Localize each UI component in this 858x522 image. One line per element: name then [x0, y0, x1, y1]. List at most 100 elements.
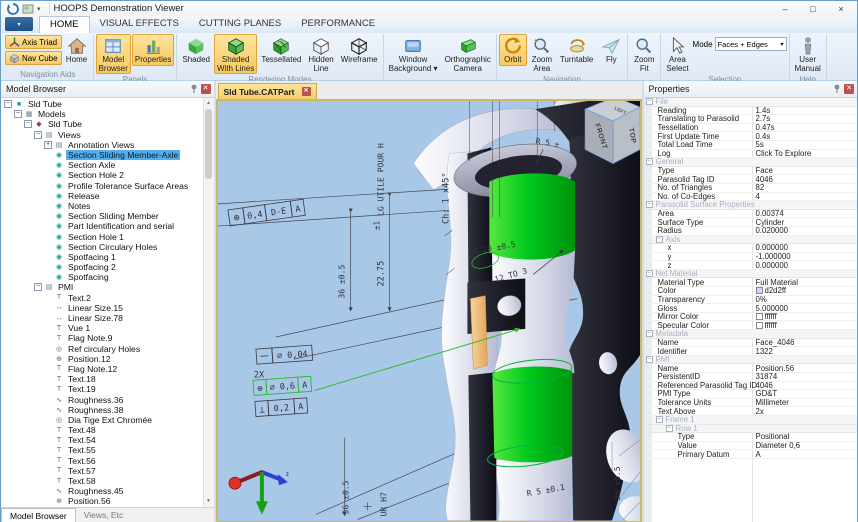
viewport[interactable]: ⊕ 0,4 D-E A ⌀ 0,04 2X	[216, 99, 642, 522]
panel-close-icon[interactable]: ✕	[201, 84, 211, 94]
group-collapse-icon[interactable]: −	[656, 236, 663, 243]
tree-item-sld-tube[interactable]: −■Sld Tube	[1, 99, 203, 109]
menu-tab-home[interactable]: HOME	[39, 16, 90, 33]
tree-item-spotfacing-2[interactable]: ◉Spotfacing 2	[1, 262, 203, 272]
tree-item-text-54[interactable]: TText.54	[1, 435, 203, 445]
bottom-tab-views-etc[interactable]: Views, Etc	[76, 508, 132, 522]
app-logo-icon[interactable]	[7, 3, 19, 15]
document-close-icon[interactable]: ✕	[302, 87, 311, 96]
highlighted-face-orange[interactable]	[470, 296, 487, 370]
scroll-up-icon[interactable]: ▲	[203, 98, 214, 109]
tree-item-flag-note-12[interactable]: TFlag Note.12	[1, 364, 203, 374]
property-group-row-1[interactable]: −Row 1	[644, 425, 858, 434]
property-row-total-load-time[interactable]: Total Load Time5s	[644, 141, 858, 150]
ribbon-button-wireframe[interactable]: Wireframe	[338, 34, 381, 66]
tree-item-section-hole-2[interactable]: ◉Section Hole 2	[1, 170, 203, 180]
tree-item-spotfacing[interactable]: ◉Spotfacing	[1, 272, 203, 282]
property-row-type[interactable]: TypePositional	[644, 433, 858, 442]
viewport-canvas[interactable]: ⊕ 0,4 D-E A ⌀ 0,04 2X	[218, 101, 640, 521]
group-collapse-icon[interactable]: −	[646, 158, 653, 165]
property-row-value[interactable]: ValueDiameter 0,6	[644, 442, 858, 451]
tree-item-text-57[interactable]: TText.57	[1, 466, 203, 476]
tree-item-section-hole-1[interactable]: ◉Section Hole 1	[1, 231, 203, 241]
tree-item-ref-circulary-holes[interactable]: ◎Ref circulary Holes	[1, 344, 203, 354]
tree-item-section-sliding-member[interactable]: ◉Section Sliding Member	[1, 211, 203, 221]
group-collapse-icon[interactable]: −	[666, 425, 673, 432]
ribbon-button-turntable[interactable]: Turntable	[557, 34, 597, 66]
properties-pin-icon[interactable]	[833, 84, 841, 94]
group-collapse-icon[interactable]: −	[646, 98, 653, 105]
property-row-y[interactable]: y-1.000000	[644, 253, 858, 262]
property-row-identifier[interactable]: Identifier1322	[644, 347, 858, 356]
ribbon-button-user-manual[interactable]: UserManual	[792, 34, 824, 74]
model-file-icon[interactable]	[22, 3, 34, 15]
menu-tab-performance[interactable]: PERFORMANCE	[291, 16, 385, 33]
tree-item-section-circulary-holes[interactable]: ◉Section Circulary Holes	[1, 242, 203, 252]
property-row-x[interactable]: x0.000000	[644, 244, 858, 253]
document-tab[interactable]: Sld Tube.CATPart ✕	[218, 83, 317, 99]
tree-item-position-56[interactable]: ⊕Position.56	[1, 496, 203, 506]
ribbon-button-model-browser[interactable]: ModelBrowser	[96, 34, 131, 74]
property-row-primary-datum[interactable]: Primary DatumA	[644, 450, 858, 459]
ribbon-button-shaded-with-lines[interactable]: ShadedWith Lines	[214, 34, 257, 74]
tree-item-text-19[interactable]: TText.19	[1, 384, 203, 394]
scroll-down-icon[interactable]: ▼	[203, 496, 214, 507]
ribbon-button-properties[interactable]: Properties	[132, 34, 174, 66]
group-collapse-icon[interactable]: −	[646, 330, 653, 337]
scroll-thumb[interactable]	[205, 109, 212, 179]
tree-item-notes[interactable]: ◉Notes	[1, 201, 203, 211]
tree-item-release[interactable]: ◉Release	[1, 191, 203, 201]
ribbon-button-zoom-area[interactable]: +ZoomArea	[528, 34, 556, 74]
minimize-button[interactable]: –	[771, 1, 799, 16]
close-button[interactable]: ×	[827, 1, 855, 16]
tree-item-linear-size-78[interactable]: ↔Linear Size.78	[1, 313, 203, 323]
tree-expander-icon[interactable]: −	[14, 110, 22, 118]
ribbon-button-shaded[interactable]: Shaded	[179, 34, 213, 66]
property-group-parasolid-surface-properties[interactable]: −Parasolid Surface Properties	[644, 201, 858, 210]
tree-item-vue-1[interactable]: TVue 1	[1, 323, 203, 333]
tree-item-text-56[interactable]: TText.56	[1, 456, 203, 466]
mode-dropdown[interactable]: Faces + Edges▾	[715, 37, 787, 51]
tree-item-text-48[interactable]: TText.48	[1, 425, 203, 435]
ribbon-button-home[interactable]: Home	[63, 34, 91, 66]
tree-item-part-identification-and-serial[interactable]: ◉Part Identification and serial	[1, 221, 203, 231]
ribbon-button-orbit[interactable]: Orbit	[499, 34, 527, 66]
group-collapse-icon[interactable]: −	[646, 201, 653, 208]
tree-item-sld-tube[interactable]: −◆Sld Tube	[1, 119, 203, 129]
menu-tab-visual-effects[interactable]: VISUAL EFFECTS	[90, 16, 189, 33]
property-group-general[interactable]: −General	[644, 158, 858, 167]
tree-item-spotfacing-1[interactable]: ◉Spotfacing 1	[1, 252, 203, 262]
ribbon-button-hidden-line[interactable]: HiddenLine	[305, 34, 336, 74]
tree-item-models[interactable]: −▦Models	[1, 109, 203, 119]
tree-item-text-18[interactable]: TText.18	[1, 374, 203, 384]
group-collapse-icon[interactable]: −	[646, 270, 653, 277]
tree-item-profile-tolerance-surface-areas[interactable]: ◉Profile Tolerance Surface Areas	[1, 181, 203, 191]
properties-close-icon[interactable]: ✕	[844, 84, 854, 94]
group-collapse-icon[interactable]: −	[646, 356, 653, 363]
maximize-button[interactable]: □	[799, 1, 827, 16]
tree-item-roughness-38[interactable]: ∿Roughness.38	[1, 405, 203, 415]
ribbon-button-orthographic-camera[interactable]: OrthographicCamera	[442, 34, 494, 74]
tree-item-dia-tige-ext-chrom-e[interactable]: ◎Dia Tige Ext Chromée	[1, 415, 203, 425]
tree-item-text-2[interactable]: TText.2	[1, 293, 203, 303]
app-menu-button[interactable]: ▾	[5, 17, 33, 31]
tree-item-section-sliding-member-axle[interactable]: ◉Section Sliding Member-Axle	[1, 150, 203, 160]
tree-item-pmi[interactable]: −▤PMI	[1, 282, 203, 292]
ribbon-toggle-nav-cube[interactable]: Nav Cube	[5, 51, 62, 65]
ribbon-button-window-background[interactable]: WindowBackground ▾	[386, 34, 441, 74]
tree-item-section-axle[interactable]: ◉Section Axle	[1, 160, 203, 170]
tree-item-flag-note-9[interactable]: TFlag Note.9	[1, 333, 203, 343]
selected-face-lower[interactable]	[492, 367, 572, 463]
ribbon-button-fly[interactable]: Fly	[597, 34, 625, 66]
tree-item-views[interactable]: −▤Views	[1, 130, 203, 140]
tree-item-roughness-45[interactable]: ∿Roughness.45	[1, 486, 203, 496]
tree-expander-icon[interactable]: −	[34, 283, 42, 291]
ribbon-button-zoom-fit[interactable]: ZoomFit	[630, 34, 658, 74]
pin-icon[interactable]	[190, 84, 198, 94]
property-group-axis[interactable]: −Axis	[644, 236, 858, 245]
tree-expander-icon[interactable]: −	[24, 120, 32, 128]
tree-scrollbar[interactable]: ▲ ▼	[203, 98, 214, 507]
tree-expander-icon[interactable]: −	[4, 100, 12, 108]
ribbon-button-area-select[interactable]: AreaSelect	[663, 34, 691, 74]
ribbon-button-tessellated[interactable]: Tessellated	[258, 34, 304, 66]
